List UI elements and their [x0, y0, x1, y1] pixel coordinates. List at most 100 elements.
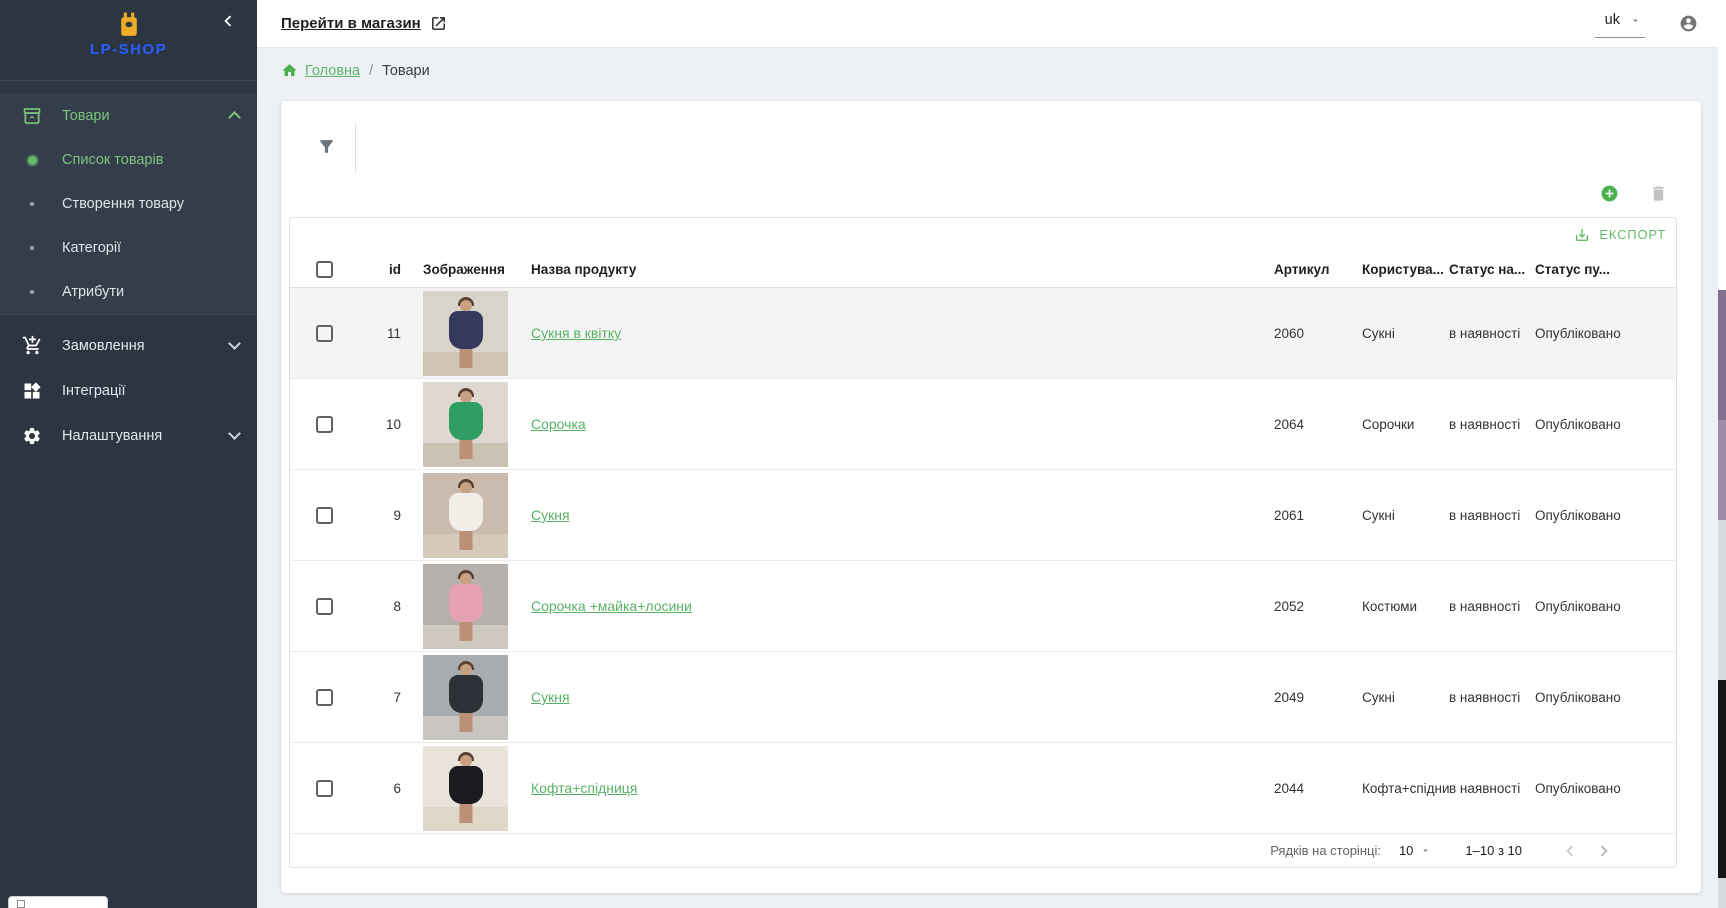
product-stock-status: в наявності: [1449, 690, 1535, 705]
product-name-link[interactable]: Сукня: [531, 507, 570, 523]
chevron-left-icon: [1559, 840, 1581, 862]
column-header-category: Користува...: [1362, 262, 1449, 277]
home-icon: [281, 62, 298, 79]
chevron-down-icon: [228, 337, 241, 350]
product-name-link[interactable]: Кофта+спідниця: [531, 780, 637, 796]
bullet-icon: [20, 290, 44, 294]
sidebar-collapse-button[interactable]: [213, 6, 243, 36]
sidebar-subitem-label: Категорії: [62, 240, 121, 256]
rows-per-page-select[interactable]: 10: [1399, 843, 1431, 858]
table-row[interactable]: 7 Сукня 2049 Сукні в наявності Опубліков…: [290, 652, 1676, 743]
column-header-stock-status: Статус на...: [1449, 262, 1535, 277]
breadcrumb: Головна / Товари: [281, 62, 430, 79]
product-category: Сукні: [1362, 508, 1449, 523]
trash-icon: [1649, 184, 1668, 203]
sidebar-item-attributes[interactable]: Атрибути: [0, 270, 257, 314]
active-bullet-icon: [20, 156, 44, 165]
pagination: Рядків на сторінці: 10 1–10 з 10: [290, 834, 1676, 867]
product-article: 2060: [1274, 326, 1362, 341]
product-stock-status: в наявності: [1449, 599, 1535, 614]
next-page-button[interactable]: [1592, 839, 1616, 863]
column-header-publish-status: Статус пу...: [1535, 262, 1676, 277]
sidebar-item-product-list[interactable]: Список товарів: [0, 138, 257, 182]
row-checkbox[interactable]: [316, 780, 333, 797]
product-category: Костюми: [1362, 599, 1449, 614]
filter-divider: [355, 124, 356, 173]
row-checkbox[interactable]: [316, 689, 333, 706]
sidebar-item-products[interactable]: Товари: [0, 93, 257, 138]
bottom-left-widget[interactable]: [8, 896, 108, 908]
row-id: 6: [354, 781, 401, 796]
product-name-link[interactable]: Сукня: [531, 689, 570, 705]
product-category: Сукні: [1362, 326, 1449, 341]
row-id: 8: [354, 599, 401, 614]
sidebar-item-product-create[interactable]: Створення товару: [0, 182, 257, 226]
row-id: 7: [354, 690, 401, 705]
row-id: 10: [354, 417, 401, 432]
breadcrumb-home-link[interactable]: Головна: [281, 62, 360, 79]
product-name-link[interactable]: Сорочка: [531, 416, 586, 432]
orders-cart-icon: [20, 334, 44, 358]
row-checkbox[interactable]: [316, 416, 333, 433]
sidebar-item-label: Товари: [62, 108, 230, 124]
rows-per-page-value: 10: [1399, 843, 1413, 858]
table-row[interactable]: 9 Сукня 2061 Сукні в наявності Опубліков…: [290, 470, 1676, 561]
select-all-checkbox[interactable]: [316, 261, 333, 278]
sidebar-item-categories[interactable]: Категорії: [0, 226, 257, 270]
go-to-store-label: Перейти в магазин: [281, 15, 421, 32]
table-row[interactable]: 11 Сукня в квітку 2060 Сукні в наявності…: [290, 288, 1676, 379]
filter-funnel-icon: [317, 137, 336, 156]
previous-page-button[interactable]: [1558, 839, 1582, 863]
product-thumbnail: [423, 564, 508, 649]
chevron-down-icon: [228, 427, 241, 440]
export-button[interactable]: ЕКСПОРТ: [1574, 227, 1666, 243]
sidebar-subitem-label: Створення товару: [62, 196, 184, 212]
sidebar-group-products: Товари Список товарів Створення товару К…: [0, 93, 257, 314]
table-row[interactable]: 10 Сорочка 2064 Сорочки в наявності Опуб…: [290, 379, 1676, 470]
product-name-link[interactable]: Сорочка +майка+лосини: [531, 598, 692, 614]
widget-icon: [17, 900, 25, 908]
breadcrumb-separator: /: [369, 63, 373, 79]
breadcrumb-home-label: Головна: [305, 63, 360, 79]
row-id: 11: [354, 326, 401, 341]
filter-button[interactable]: [317, 137, 336, 161]
chevron-right-icon: [1593, 840, 1615, 862]
product-article: 2052: [1274, 599, 1362, 614]
sidebar-item-integrations[interactable]: Інтеграції: [0, 368, 257, 413]
pagination-range: 1–10 з 10: [1465, 843, 1522, 858]
delete-selected-button[interactable]: [1649, 184, 1668, 203]
product-category: Сорочки: [1362, 417, 1449, 432]
language-select[interactable]: uk: [1595, 9, 1645, 38]
go-to-store-link[interactable]: Перейти в магазин: [281, 15, 447, 32]
topbar: Перейти в магазин uk: [257, 0, 1726, 48]
table-row[interactable]: 6 Кофта+спідниця 2044 Кофта+спідниці в н…: [290, 743, 1676, 834]
account-avatar-icon[interactable]: [1679, 14, 1698, 33]
screen-edge-artifact: [1718, 0, 1726, 908]
admin-screen: LP-SHOP Товари: [0, 0, 1726, 908]
product-thumbnail: [423, 382, 508, 467]
bullet-icon: [20, 246, 44, 250]
sidebar-item-orders[interactable]: Замовлення: [0, 323, 257, 368]
integrations-widgets-icon: [20, 379, 44, 403]
product-publish-status: Опубліковано: [1535, 781, 1676, 796]
product-article: 2061: [1274, 508, 1362, 523]
column-header-name: Назва продукту: [508, 262, 1274, 277]
breadcrumb-current: Товари: [382, 63, 430, 79]
export-label: ЕКСПОРТ: [1599, 227, 1666, 242]
table-row[interactable]: 8 Сорочка +майка+лосини 2052 Костюми в н…: [290, 561, 1676, 652]
sidebar-divider: [0, 80, 257, 81]
rows-per-page-label: Рядків на сторінці:: [1270, 843, 1381, 858]
caret-down-icon: [1420, 845, 1431, 856]
table-body: 11 Сукня в квітку 2060 Сукні в наявності…: [290, 288, 1676, 834]
product-article: 2044: [1274, 781, 1362, 796]
row-checkbox[interactable]: [316, 598, 333, 615]
row-checkbox[interactable]: [316, 325, 333, 342]
sidebar-item-label: Інтеграції: [62, 383, 239, 399]
add-product-button[interactable]: [1600, 184, 1619, 203]
product-thumbnail: [423, 291, 508, 376]
product-name-link[interactable]: Сукня в квітку: [531, 325, 621, 341]
shopping-bag-logo-icon: [116, 11, 142, 38]
row-checkbox[interactable]: [316, 507, 333, 524]
sidebar-item-settings[interactable]: Налаштування: [0, 413, 257, 458]
sidebar-item-label: Замовлення: [62, 338, 230, 354]
